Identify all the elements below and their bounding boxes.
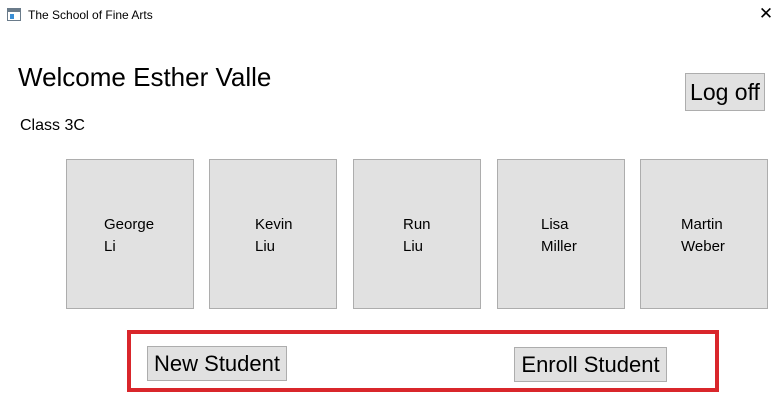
window-app-icon [7,8,21,21]
student-first-name: Kevin [255,216,293,233]
window-title: The School of Fine Arts [28,8,153,22]
window-icon-titlebar [8,9,20,12]
log-off-button[interactable]: Log off [685,73,765,111]
student-tile-kevin-liu[interactable]: Kevin Liu [209,159,337,309]
student-name: Lisa Miller [541,214,577,258]
student-last-name: Liu [255,238,276,255]
student-name: Kevin Liu [255,214,293,258]
student-last-name: Li [104,238,116,255]
student-last-name: Liu [403,238,424,255]
student-tile-george-li[interactable]: George Li [66,159,194,309]
student-first-name: George [104,216,155,233]
student-last-name: Weber [681,238,725,255]
enroll-student-button[interactable]: Enroll Student [514,347,667,382]
student-tile-martin-weber[interactable]: Martin Weber [640,159,768,309]
welcome-heading: Welcome Esther Valle [18,62,272,92]
student-first-name: Run [403,216,431,233]
student-last-name: Miller [541,238,577,255]
student-first-name: Martin [681,216,723,233]
student-tile-lisa-miller[interactable]: Lisa Miller [497,159,625,309]
student-first-name: Lisa [541,216,569,233]
window-icon-pane [10,14,14,19]
class-label: Class 3C [20,117,85,134]
student-name: Martin Weber [681,214,725,258]
student-name: Run Liu [403,214,431,258]
close-icon[interactable]: ✕ [752,2,780,26]
student-name: George Li [104,214,154,258]
new-student-button[interactable]: New Student [147,346,287,381]
student-tile-run-liu[interactable]: Run Liu [353,159,481,309]
